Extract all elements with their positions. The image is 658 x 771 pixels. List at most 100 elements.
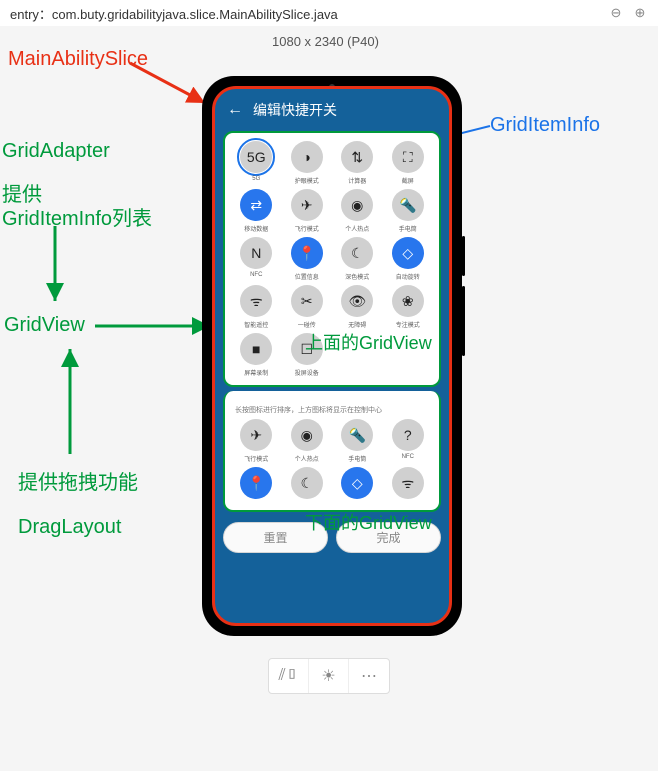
lower-gridview[interactable]: ✈ 飞行模式 ◉ 个人热点 🔦 手电筒? NFC 📍 ☾ ◇ ᯤ [231, 419, 433, 502]
grid-item-icon: N [240, 237, 272, 269]
grid-item-icon: ■ [240, 333, 272, 365]
rotate-device-icon[interactable]: ⫽▯ [269, 659, 309, 693]
grid-item-icon: 📍 [291, 237, 323, 269]
grid-item[interactable]: ᯤ智能遥控 [231, 285, 282, 329]
grid-item[interactable]: 5G 5G [231, 141, 282, 185]
grid-item[interactable]: ⇅ 计算器 [332, 141, 383, 185]
grid-item[interactable]: 📍 [231, 467, 282, 502]
grid-item[interactable]: ✂ 一碰传 [282, 285, 333, 329]
back-arrow-icon[interactable]: ← [227, 101, 243, 119]
grid-item-icon: ✈ [291, 189, 323, 221]
grid-item-icon: 👁 [341, 285, 373, 317]
overlay-lower-gridview: 下面的GridView [305, 509, 432, 535]
app-header-title: 编辑快捷开关 [253, 100, 337, 120]
side-button [462, 286, 465, 356]
grid-item-icon: ◉ [291, 419, 323, 451]
device-frame: ← 编辑快捷开关 5G 5G ◑ 护眼模式 ⇅ 计算器 ⛶截屏 ⇄ 移动数据 ✈ 飞行模式 ◉ 个人热点… [202, 76, 462, 636]
side-button [462, 236, 465, 276]
grid-item[interactable]: ◇ 自动旋转 [383, 237, 434, 281]
grid-item-label: 位置信息 [295, 272, 319, 281]
grid-item-label: 飞行模式 [295, 224, 319, 233]
device-dimensions: 1080 x 2340 (P40) [272, 34, 379, 49]
grid-item[interactable]: N NFC [231, 237, 282, 281]
app-header: ← 编辑快捷开关 [215, 89, 449, 131]
device-screen: ← 编辑快捷开关 5G 5G ◑ 护眼模式 ⇅ 计算器 ⛶截屏 ⇄ 移动数据 ✈ 飞行模式 ◉ 个人热点… [212, 86, 452, 626]
grid-item-label: 个人热点 [295, 454, 319, 463]
sort-hint-text: 长按图标进行排序，上方图标将显示在控制中心 [235, 405, 433, 415]
grid-item-icon: 📍 [240, 467, 272, 499]
grid-item[interactable]: 🔦 手电筒 [383, 189, 434, 233]
grid-item-label: NFC [402, 454, 414, 460]
grid-item-icon: ᯤ [240, 285, 272, 317]
annotation-grid-adapter: GridAdapter [2, 140, 110, 163]
grid-item-label: 自动旋转 [396, 272, 420, 281]
grid-item-icon: ☾ [341, 237, 373, 269]
annotation-drag-layout: DragLayout [18, 516, 121, 539]
grid-item[interactable]: ❀ 专注模式 [383, 285, 434, 329]
annotation-drag-layout-sub: 提供拖拽功能 [18, 466, 138, 495]
brightness-icon[interactable]: ☀ [309, 659, 349, 693]
grid-item-label: 专注模式 [396, 320, 420, 329]
grid-item-label: 5G [252, 176, 260, 182]
grid-item[interactable]: ☾ [282, 467, 333, 502]
annotation-main-ability-slice: MainAbilitySlice [8, 48, 148, 71]
more-icon[interactable]: ⋯ [349, 659, 389, 693]
grid-item[interactable]: ✈ 飞行模式 [231, 419, 282, 463]
grid-item-icon: ☾ [291, 467, 323, 499]
annotation-grid-item-info: GridItemInfo [490, 114, 600, 137]
grid-item[interactable]: ⛶截屏 [383, 141, 434, 185]
grid-item-icon: ᯤ [392, 467, 424, 499]
preview-canvas: 1080 x 2340 (P40) MainAbilitySlice GridI… [0, 26, 658, 771]
grid-item[interactable]: ◑ 护眼模式 [282, 141, 333, 185]
ide-top-bar: entry：com.buty.gridabilityjava.slice.Mai… [0, 0, 658, 26]
grid-item[interactable]: ? NFC [383, 419, 434, 463]
grid-item-label: 一碰传 [298, 320, 316, 329]
grid-item[interactable]: 📍 位置信息 [282, 237, 333, 281]
grid-item-icon: 5G [240, 141, 272, 173]
lower-gridview-card: 长按图标进行排序，上方图标将显示在控制中心 ✈ 飞行模式 ◉ 个人热点 🔦 手电筒? NFC… [223, 391, 441, 512]
file-path: entry：com.buty.gridabilityjava.slice.Mai… [10, 4, 600, 23]
grid-item-icon: ❀ [392, 285, 424, 317]
grid-item-icon: ? [392, 419, 424, 451]
grid-item-label: NFC [250, 272, 262, 278]
annotation-grid-adapter-sub2: GridItemInfo列表 [2, 202, 152, 231]
arrow-green-draglayout-up [60, 344, 80, 459]
grid-item-label: 个人热点 [345, 224, 369, 233]
grid-item[interactable]: ⇄ 移动数据 [231, 189, 282, 233]
zoom-in-icon[interactable]: ⊕ [632, 5, 648, 21]
grid-item-label: 移动数据 [244, 224, 268, 233]
grid-item-label: 手电筒 [399, 224, 417, 233]
grid-item-icon: ✈ [240, 419, 272, 451]
grid-item-icon: ⛶ [392, 141, 424, 173]
grid-item[interactable]: 👁 无障碍 [332, 285, 383, 329]
grid-item-icon: ⇄ [240, 189, 272, 221]
grid-item-icon: ✂ [291, 285, 323, 317]
grid-item-label: 手电筒 [348, 454, 366, 463]
grid-item-icon: ◇ [341, 467, 373, 499]
annotation-grid-view: GridView [4, 314, 85, 337]
grid-item[interactable]: ☾ 深色模式 [332, 237, 383, 281]
grid-item-label: 护眼模式 [295, 176, 319, 185]
overlay-upper-gridview: 上面的GridView [305, 329, 432, 355]
grid-item-icon: ⇅ [341, 141, 373, 173]
zoom-out-icon[interactable]: ⊖ [608, 5, 624, 21]
grid-item-label: 投屏设备 [295, 368, 319, 377]
grid-item-icon: ◇ [392, 237, 424, 269]
grid-item-label: 飞行模式 [244, 454, 268, 463]
grid-item[interactable]: 🔦 手电筒 [332, 419, 383, 463]
grid-item-icon: ◑ [291, 141, 323, 173]
grid-item-icon: ◉ [341, 189, 373, 221]
grid-item-label: 屏幕录制 [244, 368, 268, 377]
grid-item[interactable]: ᯤ [383, 467, 434, 502]
grid-item-label: 深色模式 [345, 272, 369, 281]
grid-item-icon: 🔦 [341, 419, 373, 451]
grid-item[interactable]: ✈ 飞行模式 [282, 189, 333, 233]
grid-item-icon: 🔦 [392, 189, 424, 221]
grid-item[interactable]: ◉ 个人热点 [332, 189, 383, 233]
grid-item[interactable]: ◇ [332, 467, 383, 502]
grid-item[interactable]: ■ 屏幕录制 [231, 333, 282, 377]
grid-item-label: 计算器 [348, 176, 366, 185]
preview-toolbar: ⫽▯ ☀ ⋯ [268, 658, 390, 694]
grid-item-label: 无障碍 [348, 320, 366, 329]
grid-item[interactable]: ◉ 个人热点 [282, 419, 333, 463]
